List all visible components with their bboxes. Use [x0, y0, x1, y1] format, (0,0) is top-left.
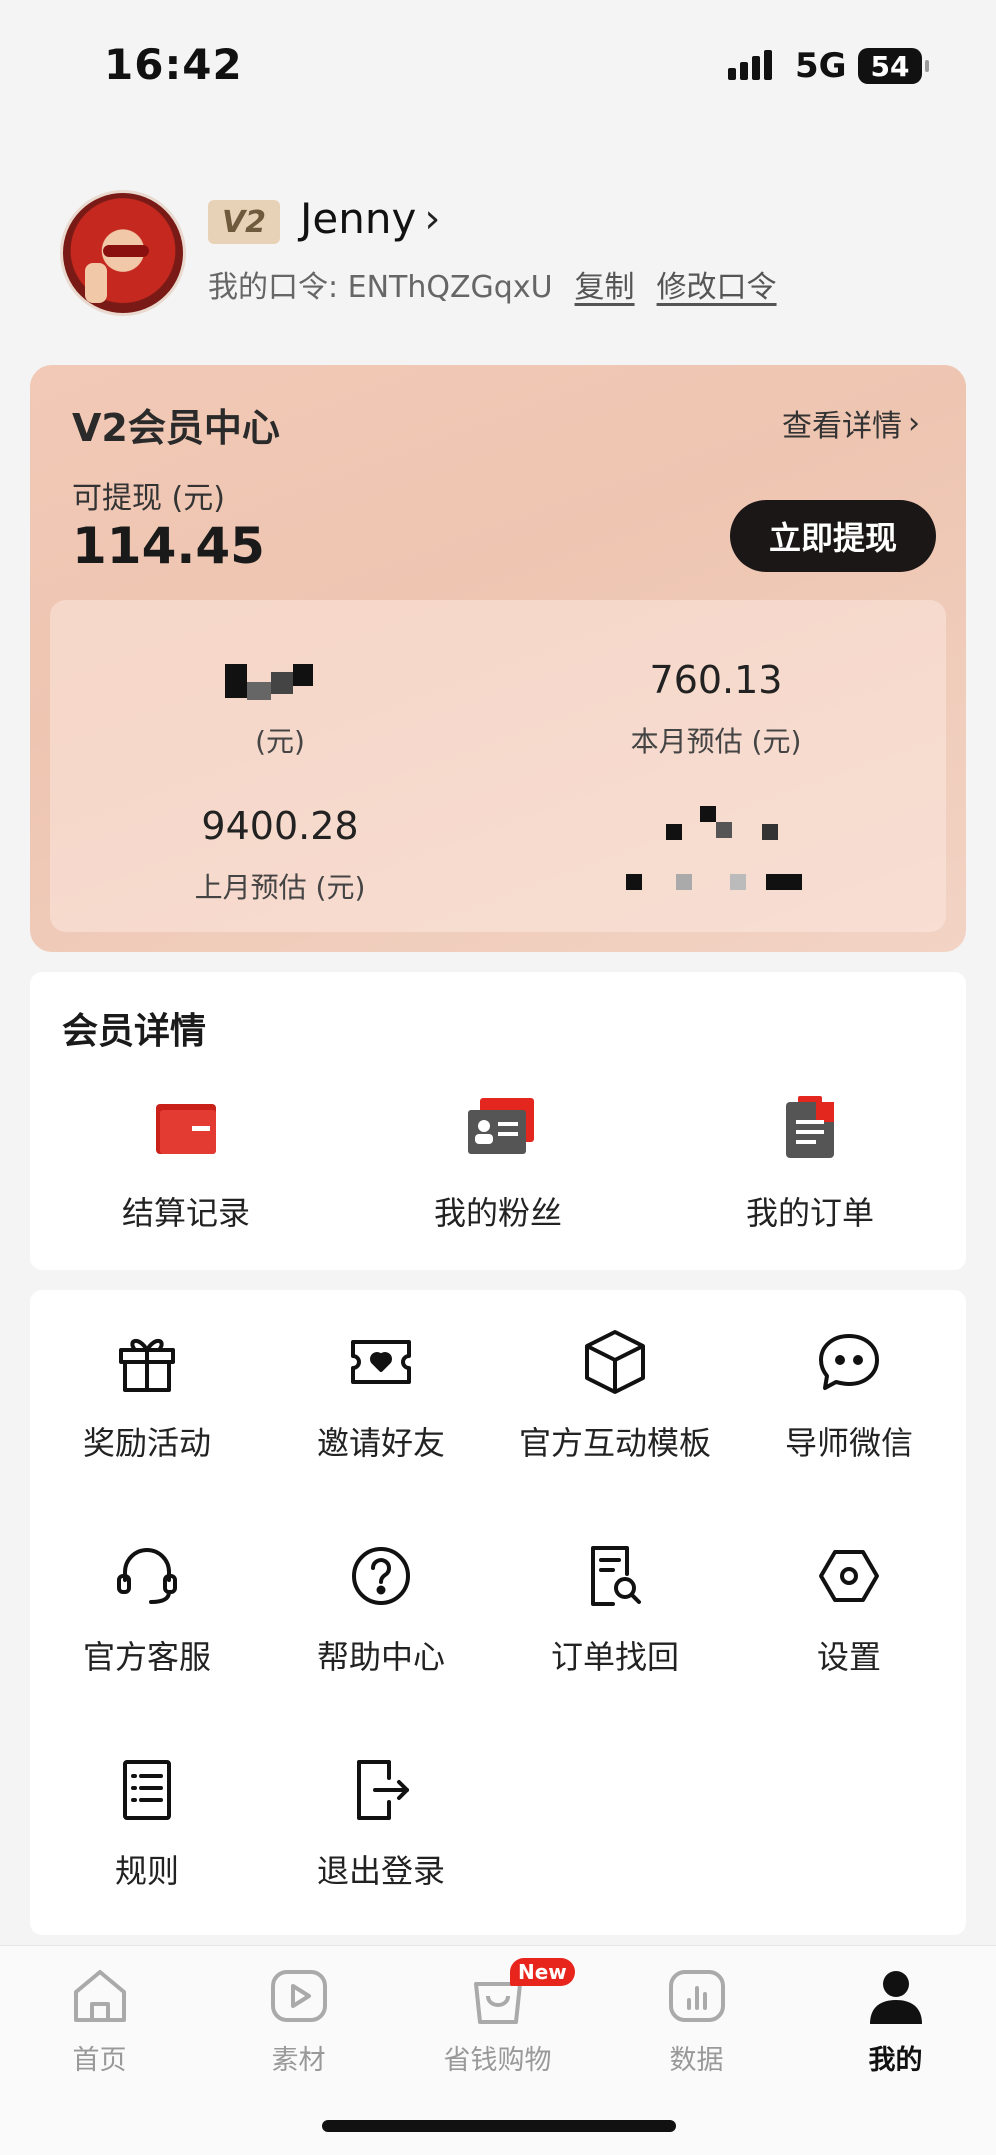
rules-button[interactable]: 规则	[30, 1754, 264, 1892]
pixelated-value	[626, 804, 806, 854]
home-icon	[73, 1970, 126, 2022]
mentor-wechat-label: 导师微信	[784, 1424, 913, 1462]
my-orders-label: 我的订单	[745, 1194, 874, 1232]
my-fans-button[interactable]: 我的粉丝	[342, 1096, 654, 1234]
tools-grid: 奖励活动 邀请好友 官方互动模板 导师微信 官方客服 帮助中心 订单找回 设置 …	[30, 1290, 966, 1935]
member-center-card: V2会员中心 查看详情 › 可提现 (元) 114.45 立即提现 (元) 76…	[30, 365, 966, 952]
status-bar: 16:42 5G 54	[0, 0, 996, 130]
settlement-records-button[interactable]: 结算记录	[30, 1096, 342, 1234]
signal-icon	[728, 50, 772, 80]
stat-label: 上月预估 (元)	[194, 871, 366, 904]
official-templates-label: 官方互动模板	[518, 1424, 711, 1462]
copy-passcode-link[interactable]: 复制	[575, 262, 635, 306]
stat-total	[496, 804, 936, 903]
home-indicator	[322, 2120, 676, 2132]
tab-shopping[interactable]: New 省钱购物	[398, 1958, 597, 2077]
wallet-icon	[154, 1096, 218, 1158]
help-center-button[interactable]: 帮助中心	[264, 1540, 498, 1678]
rewards-label: 奖励活动	[82, 1424, 211, 1462]
rewards-button[interactable]: 奖励活动	[30, 1326, 264, 1464]
help-center-label: 帮助中心	[316, 1638, 445, 1676]
customer-service-button[interactable]: 官方客服	[30, 1540, 264, 1678]
order-retrieval-button[interactable]: 订单找回	[498, 1540, 732, 1678]
logout-label: 退出登录	[316, 1852, 445, 1890]
status-time: 16:42	[104, 40, 243, 89]
logout-icon	[357, 1760, 409, 1820]
passcode-text: 我的口令: ENThQZGqxU	[208, 270, 553, 305]
play-icon	[270, 1970, 327, 2022]
chat-bubble-icon	[819, 1334, 879, 1390]
tab-label: 数据	[669, 2045, 724, 2076]
id-card-icon	[466, 1096, 534, 1158]
pixelated-label	[626, 866, 806, 896]
tab-label: 省钱购物	[443, 2045, 552, 2076]
list-doc-icon	[123, 1760, 171, 1820]
vip-level-badge: V2	[208, 200, 280, 244]
invite-friends-button[interactable]: 邀请好友	[264, 1326, 498, 1464]
tab-home[interactable]: 首页	[0, 1964, 199, 2077]
rules-label: 规则	[114, 1852, 179, 1890]
official-templates-button[interactable]: 官方互动模板	[498, 1326, 732, 1464]
stat-label: 本月预估 (元)	[630, 725, 802, 758]
tab-label: 素材	[271, 2045, 326, 2076]
stat-this-month: 760.13 本月预估 (元)	[496, 658, 936, 760]
stat-today: (元)	[60, 658, 500, 760]
profile-name: Jenny	[300, 194, 417, 243]
view-details-label: 查看详情	[782, 409, 902, 444]
tab-mine[interactable]: 我的	[796, 1964, 995, 2077]
gift-icon	[119, 1339, 175, 1392]
stat-value	[496, 804, 936, 854]
person-icon	[869, 1971, 922, 2024]
stat-label: (元)	[255, 725, 305, 758]
customer-service-label: 官方客服	[82, 1638, 211, 1676]
withdrawable-amount: 114.45	[72, 517, 265, 575]
withdrawable-label: 可提现 (元)	[72, 481, 225, 516]
settings-label: 设置	[816, 1638, 881, 1676]
member-details-card: 会员详情 结算记录 我的粉丝 我的订单	[30, 972, 966, 1270]
my-orders-button[interactable]: 我的订单	[654, 1096, 966, 1234]
battery-level: 54	[870, 49, 910, 83]
invite-friends-label: 邀请好友	[316, 1424, 445, 1462]
tab-materials[interactable]: 素材	[199, 1964, 398, 2077]
stat-value: 9400.28	[201, 804, 359, 848]
settings-button[interactable]: 设置	[732, 1540, 966, 1678]
hexagon-settings-icon	[819, 1550, 879, 1602]
stat-last-month: 9400.28 上月预估 (元)	[60, 804, 500, 906]
pixelated-value	[225, 658, 335, 708]
tab-label: 首页	[72, 2045, 127, 2076]
doc-search-icon	[591, 1546, 641, 1606]
battery-icon: 54	[858, 48, 929, 84]
stat-value: 760.13	[649, 658, 783, 702]
member-details-title: 会员详情	[62, 1011, 207, 1052]
tab-data[interactable]: 数据	[597, 1964, 796, 2077]
profile-name-link[interactable]: Jenny ›	[300, 194, 440, 243]
chevron-right-icon: ›	[424, 195, 441, 242]
withdraw-button[interactable]: 立即提现	[730, 500, 936, 572]
stat-value	[60, 658, 500, 708]
order-retrieval-label: 订单找回	[550, 1638, 679, 1676]
view-details-link[interactable]: 查看详情 ›	[782, 401, 920, 445]
headset-icon	[117, 1548, 177, 1604]
member-center-title: V2会员中心	[72, 406, 280, 450]
chevron-right-icon: ›	[908, 405, 920, 441]
clipboard-icon	[778, 1096, 842, 1158]
change-passcode-link[interactable]: 修改口令	[657, 262, 777, 306]
settlement-records-label: 结算记录	[121, 1194, 250, 1232]
bar-chart-icon	[668, 1970, 725, 2022]
logout-button[interactable]: 退出登录	[264, 1754, 498, 1892]
cube-icon	[585, 1330, 645, 1394]
my-fans-label: 我的粉丝	[433, 1194, 562, 1232]
mentor-wechat-button[interactable]: 导师微信	[732, 1326, 966, 1464]
stat-label	[496, 866, 936, 903]
tab-label: 我的	[868, 2045, 923, 2076]
new-badge: New	[510, 1958, 575, 1986]
ticket-heart-icon	[351, 1340, 411, 1384]
earnings-stats: (元) 760.13 本月预估 (元) 9400.28 上月预估 (元)	[50, 600, 946, 932]
question-icon	[352, 1547, 410, 1605]
passcode-row: 我的口令: ENThQZGqxU 复制 修改口令	[208, 262, 777, 306]
avatar[interactable]	[60, 190, 186, 316]
network-type: 5G	[795, 46, 847, 86]
profile-header: V2 Jenny › 我的口令: ENThQZGqxU 复制 修改口令	[60, 190, 940, 320]
